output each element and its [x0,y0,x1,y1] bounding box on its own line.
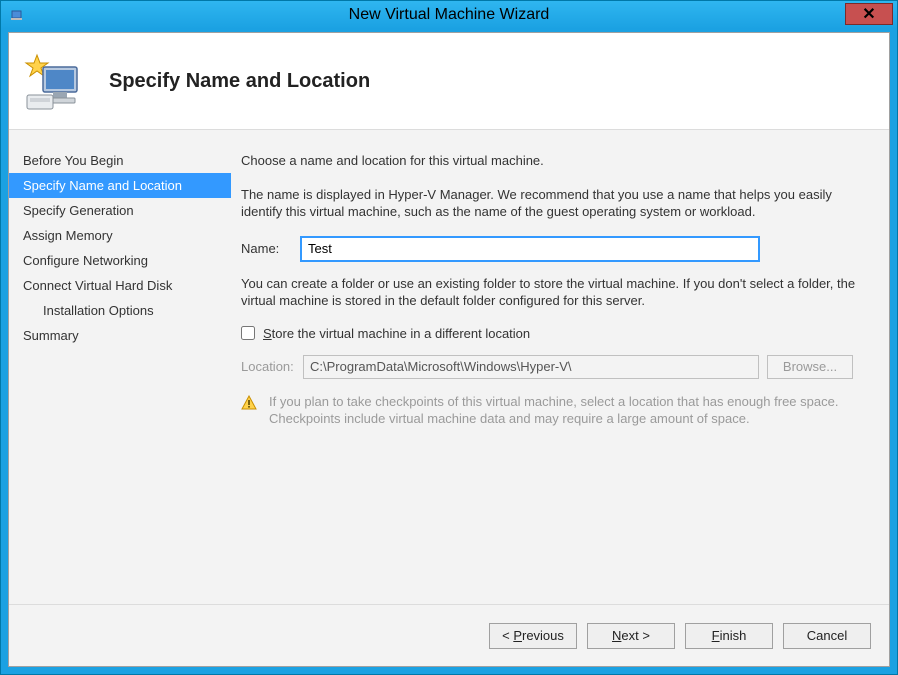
store-checkbox-label[interactable]: Store the virtual machine in a different… [263,326,530,341]
wizard-icon [23,49,87,113]
name-label: Name: [241,241,301,256]
sidebar-item-specify-name-and-location[interactable]: Specify Name and Location [9,173,231,198]
sidebar-item-specify-generation[interactable]: Specify Generation [9,198,231,223]
name-input[interactable] [301,237,759,261]
next-button[interactable]: Next > [587,623,675,649]
sidebar-item-configure-networking[interactable]: Configure Networking [9,248,231,273]
header-area: Specify Name and Location [9,33,889,129]
dialog-body: Specify Name and Location Before You Beg… [8,32,890,667]
cancel-button[interactable]: Cancel [783,623,871,649]
warning-text: If you plan to take checkpoints of this … [269,393,865,428]
page-title: Specify Name and Location [109,70,370,93]
sidebar-item-summary[interactable]: Summary [9,323,231,348]
window-frame: New Virtual Machine Wizard ✕ Specify Nam… [0,0,898,675]
app-icon [9,7,25,23]
sidebar-item-before-you-begin[interactable]: Before You Begin [9,148,231,173]
window-title: New Virtual Machine Wizard [1,6,897,24]
content-area: Before You BeginSpecify Name and Locatio… [9,129,889,604]
warning-icon [241,395,259,416]
location-input [303,355,759,379]
sidebar-item-assign-memory[interactable]: Assign Memory [9,223,231,248]
finish-button[interactable]: Finish [685,623,773,649]
button-bar: < Previous Next > Finish Cancel [9,604,889,666]
sidebar-item-connect-virtual-hard-disk[interactable]: Connect Virtual Hard Disk [9,273,231,298]
location-label: Location: [241,359,303,374]
wizard-sidebar: Before You BeginSpecify Name and Locatio… [9,130,231,604]
store-checkbox[interactable] [241,326,255,340]
sidebar-item-installation-options[interactable]: Installation Options [9,298,231,323]
location-row: Location: Browse... [241,355,865,379]
close-icon: ✕ [862,4,875,24]
folder-desc-text: You can create a folder or use an existi… [241,275,865,310]
close-button[interactable]: ✕ [845,3,893,25]
warning-row: If you plan to take checkpoints of this … [241,393,865,428]
store-checkbox-row: Store the virtual machine in a different… [241,326,865,341]
titlebar[interactable]: New Virtual Machine Wizard ✕ [1,1,897,29]
previous-button[interactable]: < Previous [489,623,577,649]
desc-text: The name is displayed in Hyper-V Manager… [241,186,865,221]
main-panel: Choose a name and location for this virt… [231,130,889,604]
name-row: Name: [241,237,865,261]
browse-button: Browse... [767,355,853,379]
intro-text: Choose a name and location for this virt… [241,152,865,170]
